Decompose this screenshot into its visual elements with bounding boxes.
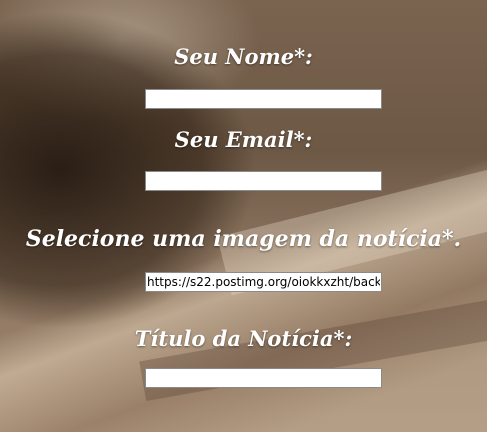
image-label: Selecione uma imagem da notícia*. bbox=[25, 226, 462, 252]
image-url-field[interactable] bbox=[145, 272, 382, 292]
name-label: Seu Nome*: bbox=[174, 44, 313, 69]
email-label: Seu Email*: bbox=[174, 127, 313, 152]
email-field[interactable] bbox=[145, 171, 382, 191]
news-form: Seu Nome*: Seu Email*: Selecione uma ima… bbox=[0, 0, 487, 432]
name-field[interactable] bbox=[145, 89, 382, 109]
title-field[interactable] bbox=[145, 368, 382, 388]
title-label: Título da Notícia*: bbox=[134, 326, 353, 351]
